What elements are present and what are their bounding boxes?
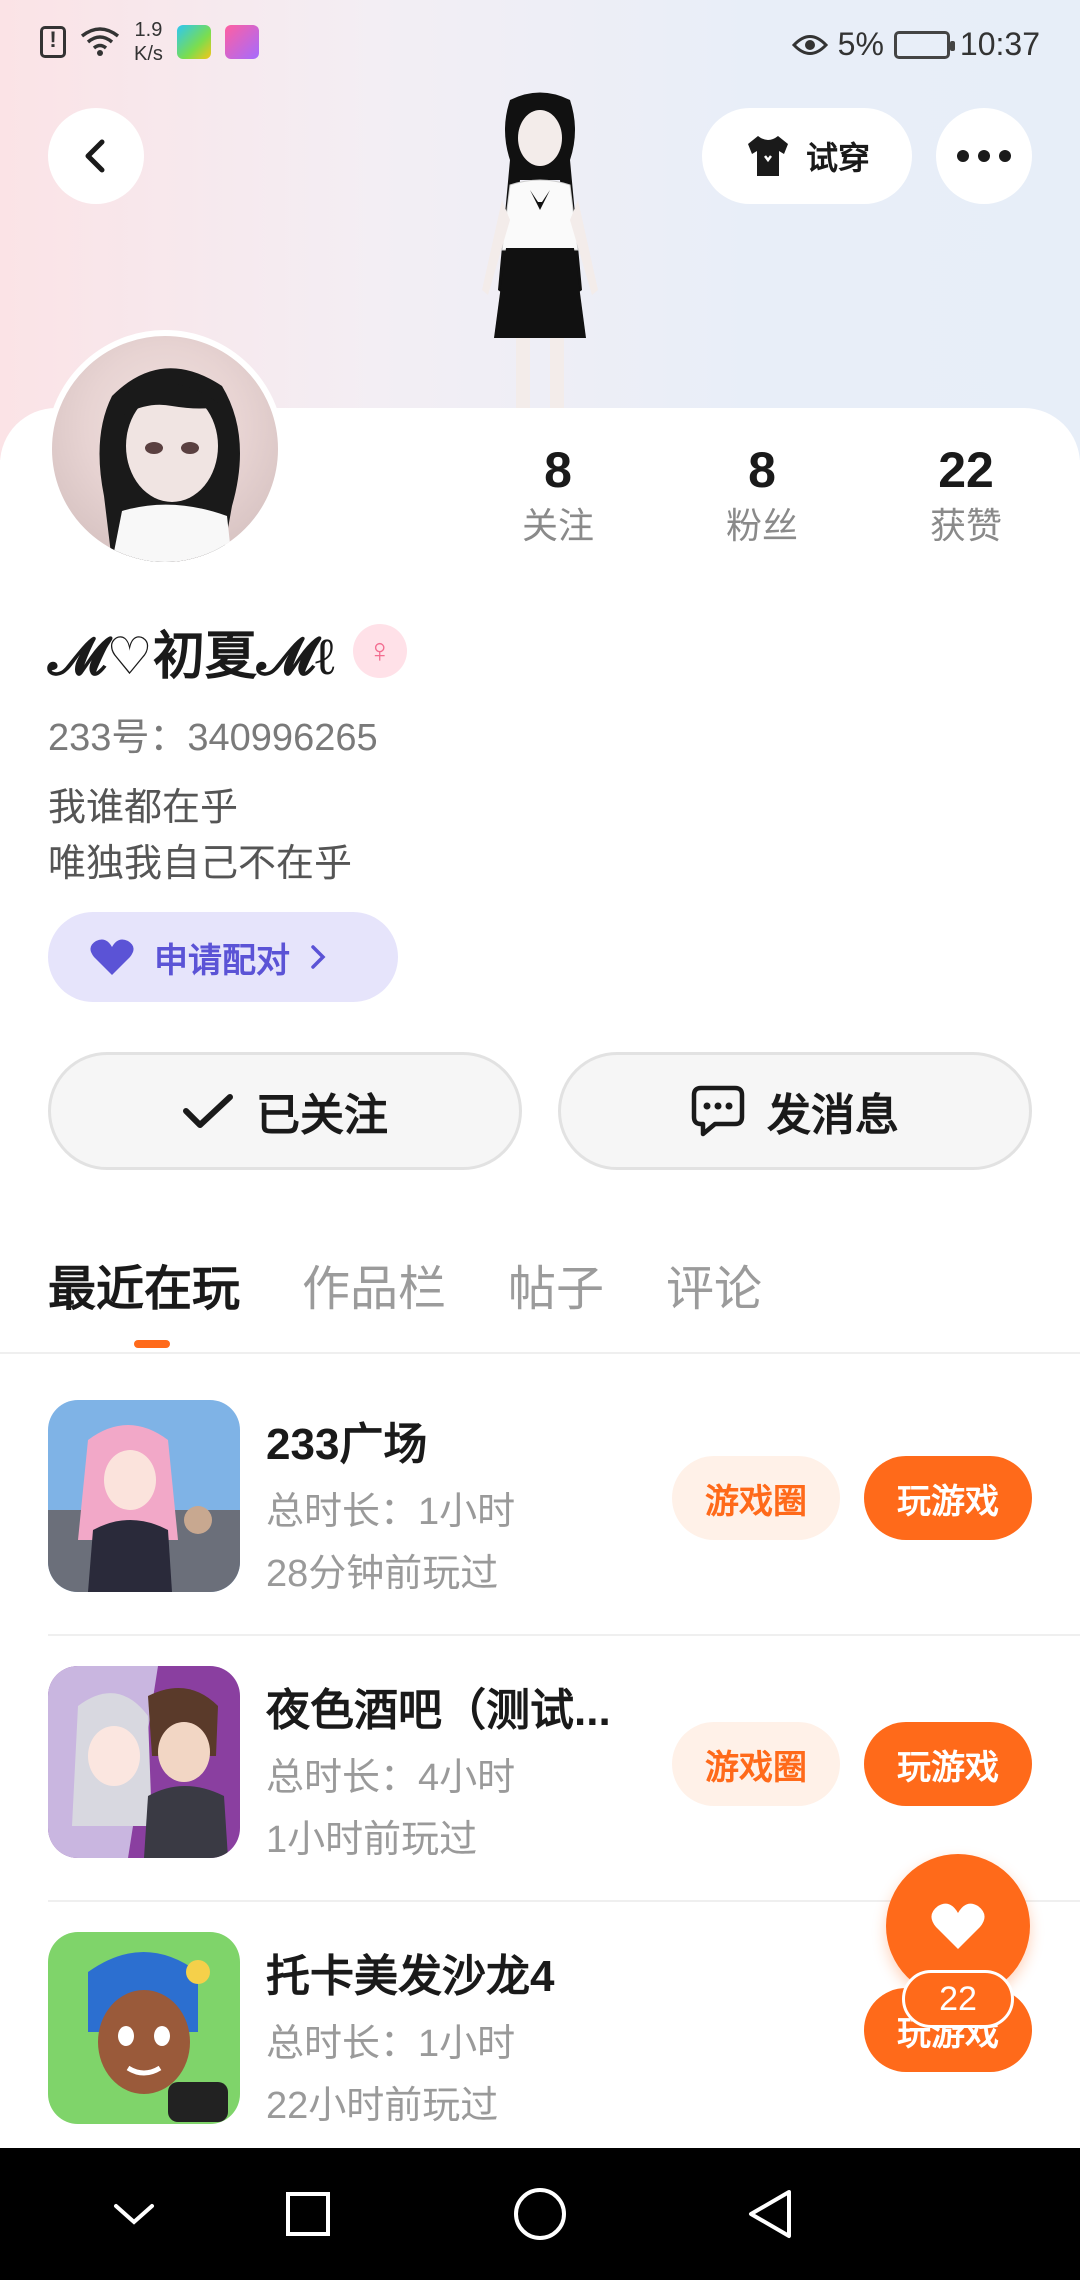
network-speed: 1.9 K/s [134, 19, 163, 65]
pair-label: 申请配对 [154, 941, 290, 980]
stat-likes[interactable]: 22 获赞 [896, 440, 1036, 552]
heart-icon [90, 939, 134, 975]
tshirt-icon [747, 136, 788, 176]
divider [0, 1352, 1080, 1354]
check-icon [183, 1094, 233, 1128]
battery-percent: 5% [837, 26, 884, 62]
game-circle-button[interactable]: 游戏圈 [672, 1722, 840, 1806]
heart-icon [931, 1903, 985, 1949]
avatar-3d-figure [482, 92, 598, 408]
profile-tabs: 最近在玩 作品栏 帖子 评论 [48, 1250, 762, 1350]
try-on-label: 试穿 [805, 140, 870, 176]
app-notification-icon [224, 25, 259, 59]
stat-label: 关注 [521, 505, 594, 546]
game-list-item[interactable]: 233广场 总时长：1小时 28分钟前玩过 游戏圈 玩游戏 [0, 1370, 1080, 1636]
game-list-item[interactable]: 夜色酒吧（测试... 总时长：4小时 1小时前玩过 游戏圈 玩游戏 [0, 1636, 1080, 1902]
stat-label: 粉丝 [725, 505, 798, 546]
game-icon-image [48, 1666, 240, 1858]
more-options-button[interactable] [936, 108, 1032, 204]
more-dots-icon [957, 150, 1011, 162]
chevron-right-icon [311, 945, 326, 969]
wifi-icon [80, 27, 120, 56]
chevron-down-icon [114, 2204, 154, 2225]
active-tab-indicator [134, 1340, 170, 1348]
tab-recently-played[interactable]: 最近在玩 [48, 1250, 240, 1350]
nav-home-button[interactable] [504, 2178, 576, 2250]
nav-recents-button[interactable] [272, 2178, 344, 2250]
stat-label: 获赞 [929, 505, 1002, 546]
app-notification-icon [176, 25, 211, 59]
game-name: 托卡美发沙龙4 [266, 1952, 555, 2001]
clock: 10:37 [959, 26, 1040, 62]
game-circle-button[interactable]: 游戏圈 [672, 1456, 840, 1540]
send-message-button[interactable]: 发消息 [558, 1052, 1032, 1170]
game-duration: 总时长：1小时 [266, 2023, 516, 2065]
game-last-played: 1小时前玩过 [266, 1819, 478, 1861]
bio-line: 我谁都在乎 [48, 787, 239, 829]
user-bio: 我谁都在乎 唯独我自己不在乎 [48, 780, 352, 892]
play-game-button[interactable]: 玩游戏 [864, 1456, 1032, 1540]
user-id: 233号：340996265 [48, 717, 378, 759]
profile-stats: 8 关注 8 粉丝 22 获赞 [0, 440, 1080, 570]
game-name: 233广场 [266, 1420, 428, 1469]
play-game-button[interactable]: 玩游戏 [864, 1722, 1032, 1806]
game-last-played: 22小时前玩过 [266, 2085, 499, 2127]
status-bar: 1.9 K/s 5% 10:37 [0, 0, 1080, 92]
system-navigation-bar [0, 2148, 1080, 2280]
stat-followers[interactable]: 8 粉丝 [692, 440, 832, 552]
nav-collapse-button[interactable] [98, 2178, 170, 2250]
stat-value: 22 [938, 442, 994, 498]
stat-following[interactable]: 8 关注 [488, 440, 628, 552]
game-last-played: 28分钟前玩过 [266, 1553, 499, 1595]
game-duration: 总时长：1小时 [266, 1491, 516, 1533]
back-arrow-icon [85, 139, 105, 173]
back-button[interactable] [48, 108, 144, 204]
follow-label: 已关注 [256, 1091, 388, 1140]
stat-value: 8 [544, 442, 572, 498]
triangle-back-icon [749, 2190, 791, 2238]
message-label: 发消息 [767, 1091, 899, 1140]
nickname-row: 𝓜♡初夏𝓜ℓ ♀ [48, 616, 407, 687]
game-icon-image [48, 1400, 240, 1592]
game-icon-image [48, 1932, 240, 2124]
bio-line: 唯独我自己不在乎 [48, 843, 353, 885]
circle-icon [514, 2188, 566, 2240]
nav-back-button[interactable] [734, 2178, 806, 2250]
alert-icon [40, 26, 66, 58]
following-button[interactable]: 已关注 [48, 1052, 522, 1170]
battery-icon [893, 30, 955, 59]
try-on-button[interactable]: 试穿 [702, 108, 912, 204]
stat-value: 8 [748, 442, 776, 498]
eye-icon [791, 34, 828, 55]
square-icon [286, 2192, 330, 2236]
female-gender-icon: ♀ [352, 624, 407, 678]
chat-bubble-icon [691, 1085, 745, 1137]
game-duration: 总时长：4小时 [266, 1757, 516, 1799]
game-name: 夜色酒吧（测试... [266, 1686, 611, 1735]
tab-works[interactable]: 作品栏 [302, 1250, 446, 1350]
tab-posts[interactable]: 帖子 [508, 1250, 604, 1350]
tab-comments[interactable]: 评论 [666, 1250, 762, 1350]
like-count-badge: 22 [902, 1970, 1014, 2028]
nickname: 𝓜♡初夏𝓜ℓ [48, 625, 335, 687]
request-pair-button[interactable]: 申请配对 [48, 912, 398, 1002]
